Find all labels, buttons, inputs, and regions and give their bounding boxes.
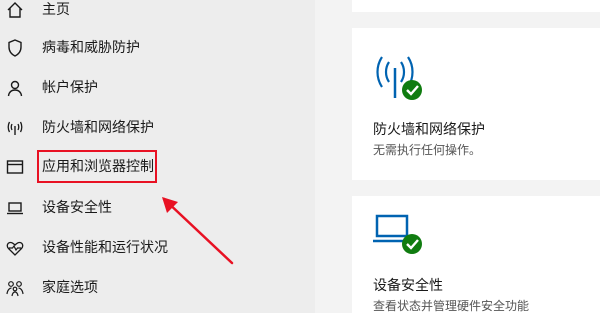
card-partial: [352, 0, 600, 12]
sidebar-item-home[interactable]: 主页: [0, 0, 315, 30]
sidebar-item-family-options[interactable]: 家庭选项: [0, 268, 315, 308]
antenna-icon: [373, 54, 425, 108]
shield-icon: [4, 37, 26, 59]
laptop-icon: [373, 212, 425, 262]
sidebar-item-virus-protection[interactable]: 病毒和威胁防护: [0, 28, 315, 68]
annotation-highlight-box: [37, 150, 157, 183]
person-icon: [4, 77, 26, 99]
wifi-signal-icon: [4, 117, 26, 139]
card-title: 防火墙和网络保护: [373, 122, 485, 138]
home-icon: [4, 0, 26, 21]
card-device-security[interactable]: 设备安全性 查看状态并管理硬件安全功能: [352, 196, 600, 313]
sidebar-item-label: 防火墙和网络保护: [42, 120, 154, 136]
family-icon: [4, 277, 26, 299]
sidebar: 主页 病毒和威胁防护 帐户保护 防火墙和网络保护 应用和浏览器控制 设备安全性: [0, 0, 315, 313]
sidebar-item-label: 帐户保护: [42, 80, 98, 96]
sidebar-item-label: 病毒和威胁防护: [42, 40, 140, 56]
sidebar-item-label: 主页: [42, 2, 70, 18]
card-firewall[interactable]: 防火墙和网络保护 无需执行任何操作。: [352, 28, 600, 180]
card-title: 设备安全性: [373, 278, 443, 294]
browser-window-icon: [4, 156, 26, 178]
laptop-icon: [4, 197, 26, 219]
heart-pulse-icon: [4, 237, 26, 259]
sidebar-item-label: 家庭选项: [42, 280, 98, 296]
annotation-arrow-icon: [162, 197, 234, 265]
sidebar-item-account-protection[interactable]: 帐户保护: [0, 68, 315, 108]
card-subtitle: 无需执行任何操作。: [373, 143, 482, 157]
main-content: 防火墙和网络保护 无需执行任何操作。 设备安全性 查看状态并管理硬件安全功能: [315, 0, 600, 313]
sidebar-item-firewall[interactable]: 防火墙和网络保护: [0, 108, 315, 148]
sidebar-item-label: 设备安全性: [42, 200, 112, 216]
card-subtitle: 查看状态并管理硬件安全功能: [373, 299, 530, 313]
